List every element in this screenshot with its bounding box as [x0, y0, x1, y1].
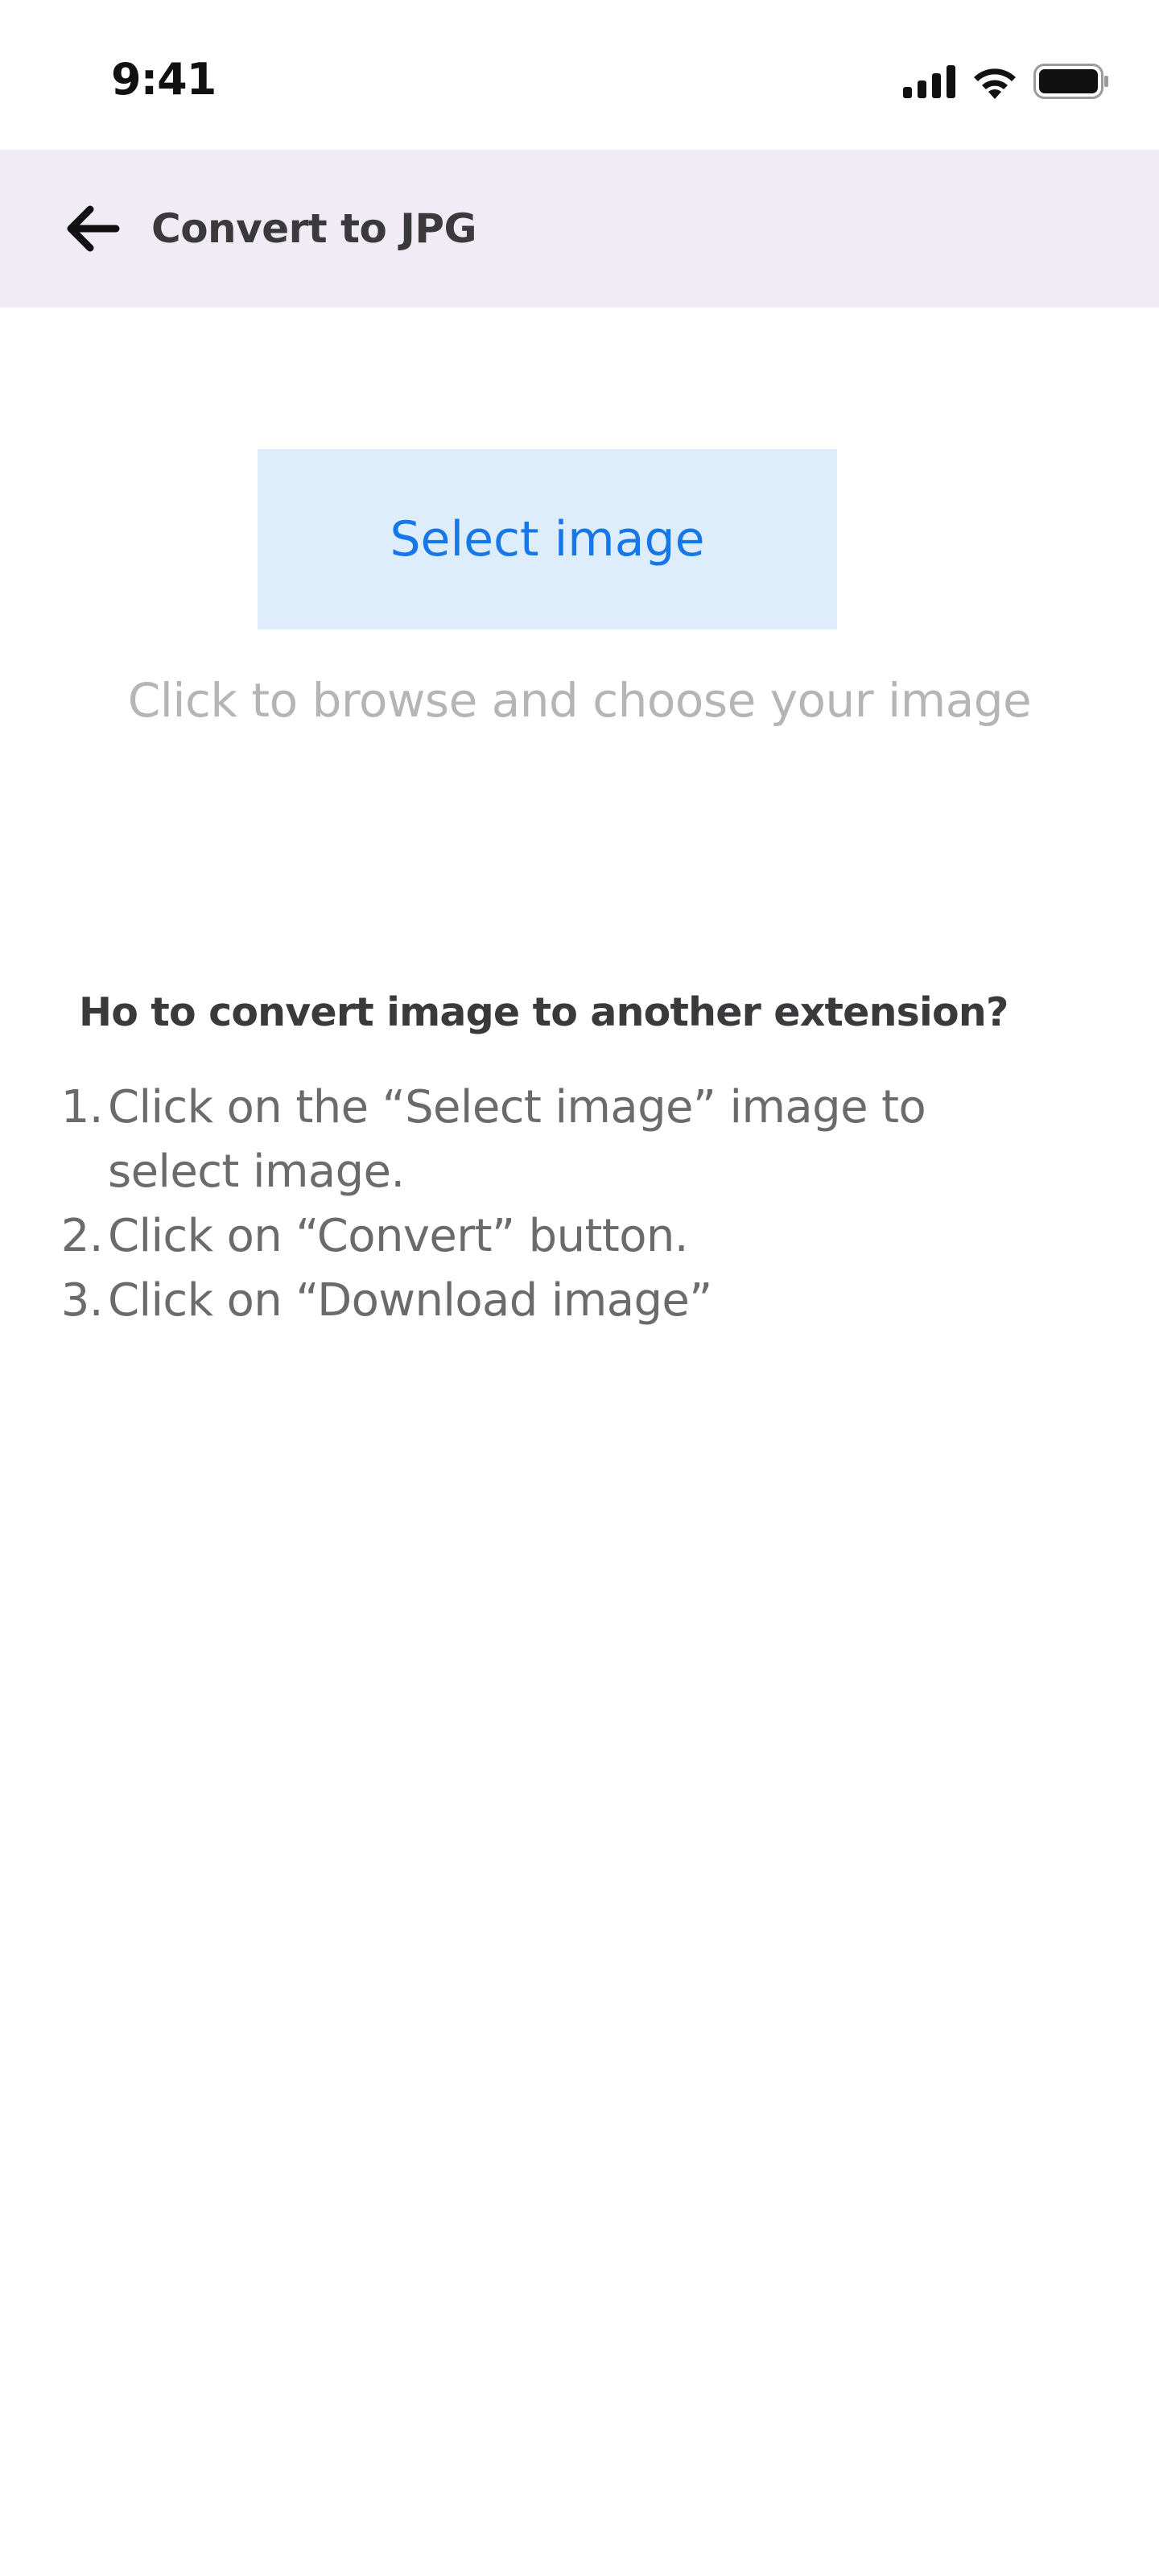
status-icons [903, 63, 1109, 103]
cellular-signal-icon [903, 64, 956, 101]
app-bar: Convert to JPG [0, 150, 1159, 308]
instruction-step: 2. Click on “Convert” button. [61, 1204, 993, 1269]
select-image-button[interactable]: Select image [258, 449, 837, 630]
instruction-step: 1. Click on the “Select image” image to … [61, 1075, 993, 1204]
step-text: Click on “Download image” [108, 1274, 712, 1327]
status-time: 9:41 [111, 54, 217, 105]
page-title: Convert to JPG [151, 205, 477, 252]
instruction-step: 3. Click on “Download image” [61, 1269, 993, 1333]
step-number: 3. [60, 1274, 104, 1327]
instructions-list: 1. Click on the “Select image” image to … [61, 1075, 993, 1333]
arrow-left-icon [64, 205, 121, 258]
instructions-title: Ho to convert image to another extension… [79, 989, 1008, 1035]
step-text: Click on “Convert” button. [108, 1210, 689, 1262]
step-number: 2. [60, 1210, 104, 1262]
wifi-icon [971, 64, 1019, 102]
step-number: 1. [60, 1081, 104, 1133]
select-image-hint: Click to browse and choose your image [127, 673, 1032, 728]
battery-icon [1033, 64, 1109, 102]
status-bar: 9:41 [0, 0, 1159, 150]
back-button[interactable] [64, 203, 121, 254]
step-text: Click on the “Select image” image to sel… [108, 1081, 926, 1198]
